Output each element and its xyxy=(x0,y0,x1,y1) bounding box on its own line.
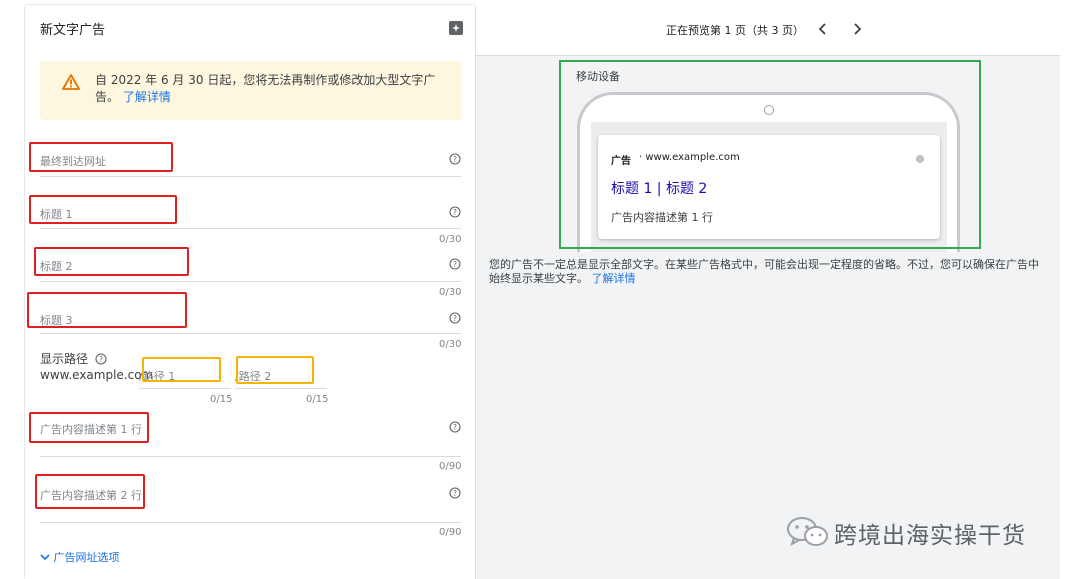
path-1-counter: 0/15 xyxy=(210,394,233,405)
help-circle-icon[interactable]: ? xyxy=(449,312,461,324)
svg-text:?: ? xyxy=(453,260,457,269)
headline-2-underline xyxy=(40,281,461,282)
preview-note: 您的广告不一定总是显示全部文字。在某些广告格式中，可能会出现一定程度的省略。不过… xyxy=(489,258,1041,286)
annotation-red-headline-2 xyxy=(34,247,189,276)
display-path-base-url: www.example.com xyxy=(40,368,154,382)
annotation-red-headline-3 xyxy=(27,292,187,328)
preview-page-indicator: 正在预览第 1 页（共 3 页） xyxy=(666,24,804,37)
ad-url-options-toggle[interactable]: 广告网址选项 xyxy=(40,549,120,565)
headline-3-counter: 0/30 xyxy=(439,339,462,350)
description-1-counter: 0/90 xyxy=(439,461,462,472)
annotation-red-description-1 xyxy=(29,412,149,443)
help-circle-icon[interactable]: ? xyxy=(449,258,461,270)
path-1-underline xyxy=(139,388,231,389)
headline-2-counter: 0/30 xyxy=(439,287,462,298)
headline-1-counter: 0/30 xyxy=(439,234,462,245)
preview-note-text: 您的广告不一定总是显示全部文字。在某些广告格式中，可能会出现一定程度的省略。不过… xyxy=(489,258,1039,285)
chevron-down-icon xyxy=(40,554,50,561)
warning-icon xyxy=(62,74,80,90)
help-circle-icon[interactable]: ? xyxy=(449,421,461,433)
svg-text:?: ? xyxy=(453,489,457,498)
annotation-red-headline-1 xyxy=(29,195,177,224)
display-path-label: 显示路径 ? xyxy=(40,350,107,367)
chevron-left-icon[interactable] xyxy=(814,20,832,38)
watermark-text: 跨境出海实操干货 xyxy=(834,523,1026,549)
final-url-underline xyxy=(40,176,461,177)
description-2-underline xyxy=(40,522,461,523)
help-circle-icon[interactable]: ? xyxy=(449,153,461,165)
help-circle-icon[interactable]: ? xyxy=(449,487,461,499)
headline-1-underline xyxy=(40,228,461,229)
path-2-counter: 0/15 xyxy=(306,394,329,405)
editor-title: 新文字广告 xyxy=(40,23,106,38)
annotation-red-final-url xyxy=(29,142,173,172)
preview-pager-bar: 正在预览第 1 页（共 3 页） xyxy=(476,5,1060,56)
headline-3-underline xyxy=(40,333,461,334)
annotation-red-description-2 xyxy=(35,474,145,509)
notice-text: 自 2022 年 6 月 30 日起，您将无法再制作或修改加大型文字广告。 了解… xyxy=(95,72,447,106)
preview-learn-more-link[interactable]: 了解详情 xyxy=(592,272,636,285)
description-2-counter: 0/90 xyxy=(439,527,462,538)
help-circle-icon[interactable]: ? xyxy=(95,353,107,365)
svg-text:?: ? xyxy=(453,155,457,164)
deprecation-notice: 自 2022 年 6 月 30 日起，您将无法再制作或修改加大型文字广告。 了解… xyxy=(40,61,461,120)
svg-text:?: ? xyxy=(453,423,457,432)
svg-text:?: ? xyxy=(99,355,103,364)
feedback-icon[interactable] xyxy=(449,21,463,35)
notice-learn-more-link[interactable]: 了解详情 xyxy=(123,90,171,104)
help-circle-icon[interactable]: ? xyxy=(449,206,461,218)
annotation-green-preview xyxy=(559,60,981,249)
ad-url-options-label: 广告网址选项 xyxy=(53,551,120,564)
svg-text:?: ? xyxy=(453,314,457,323)
svg-text:?: ? xyxy=(453,208,457,217)
chevron-right-icon[interactable] xyxy=(848,20,866,38)
annotation-yellow-path-1 xyxy=(142,357,221,382)
display-path-text: 显示路径 xyxy=(40,352,89,366)
wechat-icon xyxy=(787,517,828,547)
description-1-underline xyxy=(40,456,461,457)
annotation-yellow-path-2 xyxy=(236,356,314,384)
path-2-underline xyxy=(235,388,327,389)
